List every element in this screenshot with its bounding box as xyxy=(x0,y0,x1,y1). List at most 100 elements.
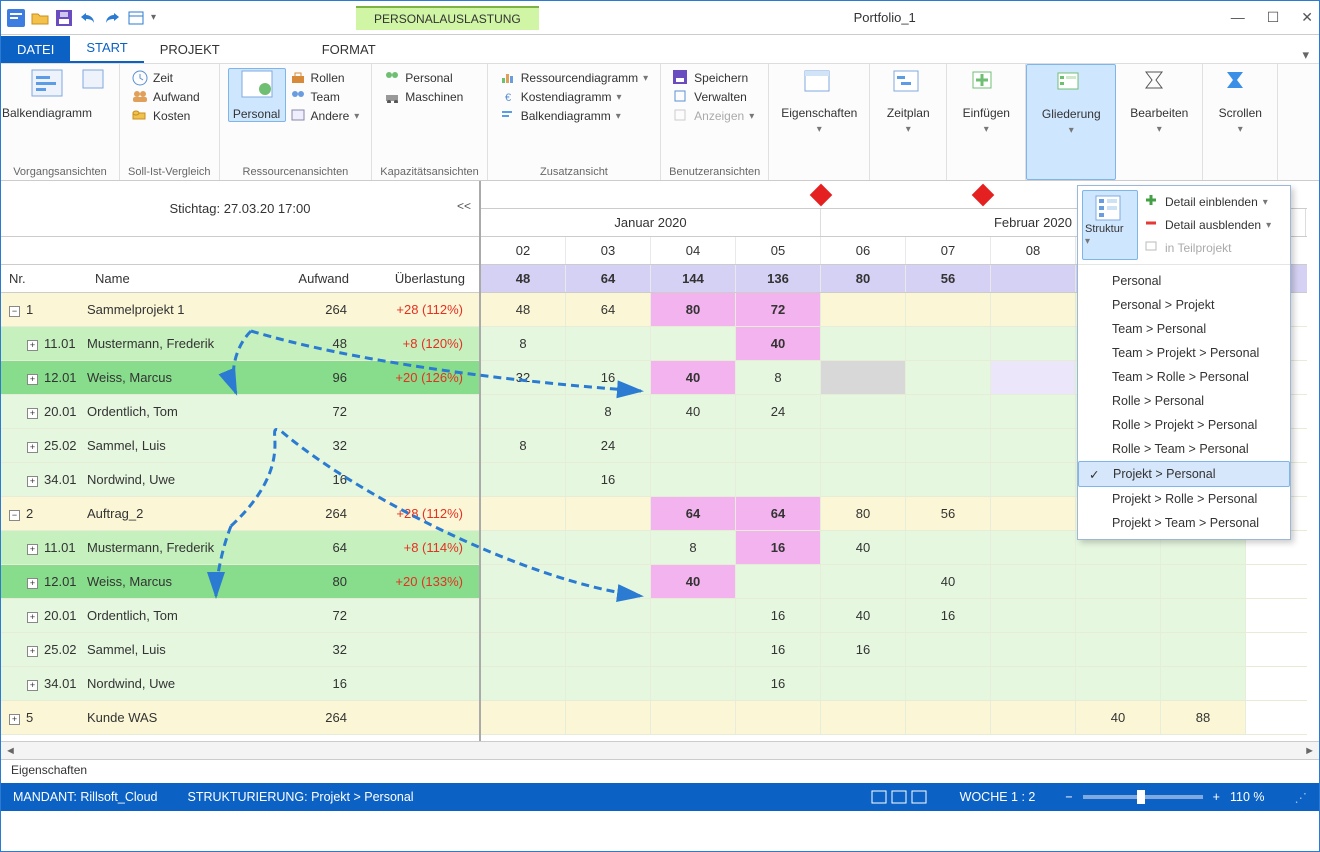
expand-toggle[interactable]: + xyxy=(9,714,20,725)
col-aufwand[interactable]: Aufwand xyxy=(277,265,357,292)
table-row[interactable]: +11.01Mustermann, Frederik48+8 (120%) xyxy=(1,327,479,361)
expand-toggle[interactable]: − xyxy=(9,306,20,317)
struktur-option[interactable]: Projekt > Rolle > Personal xyxy=(1078,487,1290,511)
btn-zeitplan[interactable]: Zeitplan xyxy=(878,68,938,135)
struktur-option[interactable]: Rolle > Projekt > Personal xyxy=(1078,413,1290,437)
table-row[interactable]: +11.01Mustermann, Frederik64+8 (114%) xyxy=(1,531,479,565)
timeline-cell: 80 xyxy=(821,497,906,530)
timeline-cell: 40 xyxy=(821,531,906,564)
btn-verwalten[interactable]: Verwalten xyxy=(673,89,756,105)
group-ressourcen: Ressourcenansichten xyxy=(228,164,364,178)
btn-eigenschaften[interactable]: Eigenschaften xyxy=(777,68,861,135)
maximize-button[interactable]: ☐ xyxy=(1267,9,1280,26)
status-resize-grip[interactable]: ⋰ xyxy=(1295,790,1308,805)
expand-toggle[interactable]: + xyxy=(27,374,38,385)
table-row[interactable]: +20.01Ordentlich, Tom72 xyxy=(1,599,479,633)
ribbon-collapse-icon[interactable]: ▾ xyxy=(1292,47,1319,63)
struktur-option[interactable]: ✓Projekt > Personal xyxy=(1078,461,1290,487)
timeline-cell xyxy=(566,633,651,666)
table-row[interactable]: +34.01Nordwind, Uwe16 xyxy=(1,463,479,497)
btn-speichern[interactable]: Speichern xyxy=(673,70,756,86)
table-row[interactable]: +25.02Sammel, Luis32 xyxy=(1,633,479,667)
open-icon[interactable] xyxy=(31,9,49,27)
btn-balkendiagramm[interactable]: Balkendiagramm xyxy=(9,68,85,120)
expand-toggle[interactable]: − xyxy=(9,510,20,521)
redo-icon[interactable] xyxy=(103,9,121,27)
expand-toggle[interactable]: + xyxy=(27,340,38,351)
expand-toggle[interactable]: + xyxy=(27,476,38,487)
close-button[interactable]: ✕ xyxy=(1301,9,1313,26)
horizontal-scrollbar[interactable]: ◄► xyxy=(1,741,1319,759)
btn-personal-view[interactable]: Personal xyxy=(228,68,286,122)
btn-kap-personal[interactable]: Personal xyxy=(384,70,474,86)
timeline-cell: 8 xyxy=(651,531,736,564)
tab-datei[interactable]: DATEI xyxy=(1,36,70,63)
timeline-cell xyxy=(991,633,1076,666)
popup-struktur[interactable]: Struktur xyxy=(1082,190,1138,260)
btn-kostendiagramm[interactable]: €Kostendiagramm xyxy=(500,89,648,105)
table-row[interactable]: +25.02Sammel, Luis32 xyxy=(1,429,479,463)
struktur-option[interactable]: Personal xyxy=(1078,269,1290,293)
btn-aufwand[interactable]: Aufwand xyxy=(132,89,207,105)
popup-detail-einblenden[interactable]: Detail einblenden xyxy=(1142,192,1282,212)
tab-start[interactable]: START xyxy=(70,34,143,63)
btn-balkendiagramm-alt[interactable] xyxy=(85,68,111,102)
btn-rollen[interactable]: Rollen xyxy=(290,70,360,86)
sum-cell: 64 xyxy=(566,265,651,292)
struktur-option[interactable]: Personal > Projekt xyxy=(1078,293,1290,317)
status-view-icons[interactable] xyxy=(870,789,930,805)
struktur-option[interactable]: Projekt > Team > Personal xyxy=(1078,511,1290,535)
btn-scrollen[interactable]: Scrollen xyxy=(1211,68,1269,135)
btn-zeit[interactable]: Zeit xyxy=(132,70,207,86)
zoom-out[interactable]: − xyxy=(1065,790,1072,804)
table-row[interactable]: +5Kunde WAS264 xyxy=(1,701,479,735)
timeline-cell xyxy=(821,565,906,598)
status-woche[interactable]: WOCHE 1 : 2 xyxy=(960,790,1036,804)
expand-toggle[interactable]: + xyxy=(27,612,38,623)
timeline-cell xyxy=(991,565,1076,598)
table-row[interactable]: +12.01Weiss, Marcus80+20 (133%) xyxy=(1,565,479,599)
col-nr[interactable]: Nr. xyxy=(1,265,87,292)
expand-toggle[interactable]: + xyxy=(27,646,38,657)
popup-detail-ausblenden[interactable]: Detail ausblenden xyxy=(1142,215,1282,235)
struktur-option[interactable]: Team > Rolle > Personal xyxy=(1078,365,1290,389)
btn-ressourcendiagramm[interactable]: Ressourcendiagramm xyxy=(500,70,648,86)
btn-bearbeiten[interactable]: Bearbeiten xyxy=(1124,68,1194,135)
app-icon xyxy=(7,9,25,27)
struktur-option[interactable]: Team > Personal xyxy=(1078,317,1290,341)
qat-more[interactable]: ▾ xyxy=(151,12,156,23)
table-row[interactable]: −2Auftrag_2264+28 (112%) xyxy=(1,497,479,531)
expand-toggle[interactable]: + xyxy=(27,544,38,555)
struktur-option[interactable]: Rolle > Personal xyxy=(1078,389,1290,413)
btn-kap-maschinen[interactable]: Maschinen xyxy=(384,89,474,105)
tab-format[interactable]: FORMAT xyxy=(306,36,392,63)
col-uberlastung[interactable]: Überlastung xyxy=(357,265,473,292)
btn-gliederung[interactable]: Gliederung xyxy=(1035,69,1107,136)
expand-toggle[interactable]: + xyxy=(27,680,38,691)
table-row[interactable]: +34.01Nordwind, Uwe16 xyxy=(1,667,479,701)
btn-balkendiagramm-zusatz[interactable]: Balkendiagramm xyxy=(500,108,648,124)
window-layout-icon[interactable] xyxy=(127,9,145,27)
properties-panel-header[interactable]: Eigenschaften xyxy=(1,759,1319,783)
btn-einfugen[interactable]: Einfügen xyxy=(955,68,1017,135)
table-row[interactable]: +12.01Weiss, Marcus96+20 (126%) xyxy=(1,361,479,395)
struktur-option[interactable]: Team > Projekt > Personal xyxy=(1078,341,1290,365)
zoom-slider[interactable] xyxy=(1083,795,1203,799)
save-icon[interactable] xyxy=(55,9,73,27)
btn-andere[interactable]: Andere xyxy=(290,108,360,124)
expand-toggle[interactable]: + xyxy=(27,578,38,589)
btn-kosten[interactable]: Kosten xyxy=(132,108,207,124)
expand-toggle[interactable]: + xyxy=(27,442,38,453)
expand-toggle[interactable]: + xyxy=(27,408,38,419)
table-row[interactable]: +20.01Ordentlich, Tom72 xyxy=(1,395,479,429)
btn-team[interactable]: Team xyxy=(290,89,360,105)
col-name[interactable]: Name xyxy=(87,265,277,292)
minimize-button[interactable]: — xyxy=(1231,9,1245,26)
context-tab-personalauslastung[interactable]: PERSONALAUSLASTUNG xyxy=(356,6,539,30)
zoom-in[interactable]: + xyxy=(1213,790,1220,804)
tab-projekt[interactable]: PROJEKT xyxy=(144,36,236,63)
table-row[interactable]: −1Sammelprojekt 1264+28 (112%) xyxy=(1,293,479,327)
struktur-option[interactable]: Rolle > Team > Personal xyxy=(1078,437,1290,461)
collapse-left-pane[interactable]: << xyxy=(457,199,471,213)
undo-icon[interactable] xyxy=(79,9,97,27)
